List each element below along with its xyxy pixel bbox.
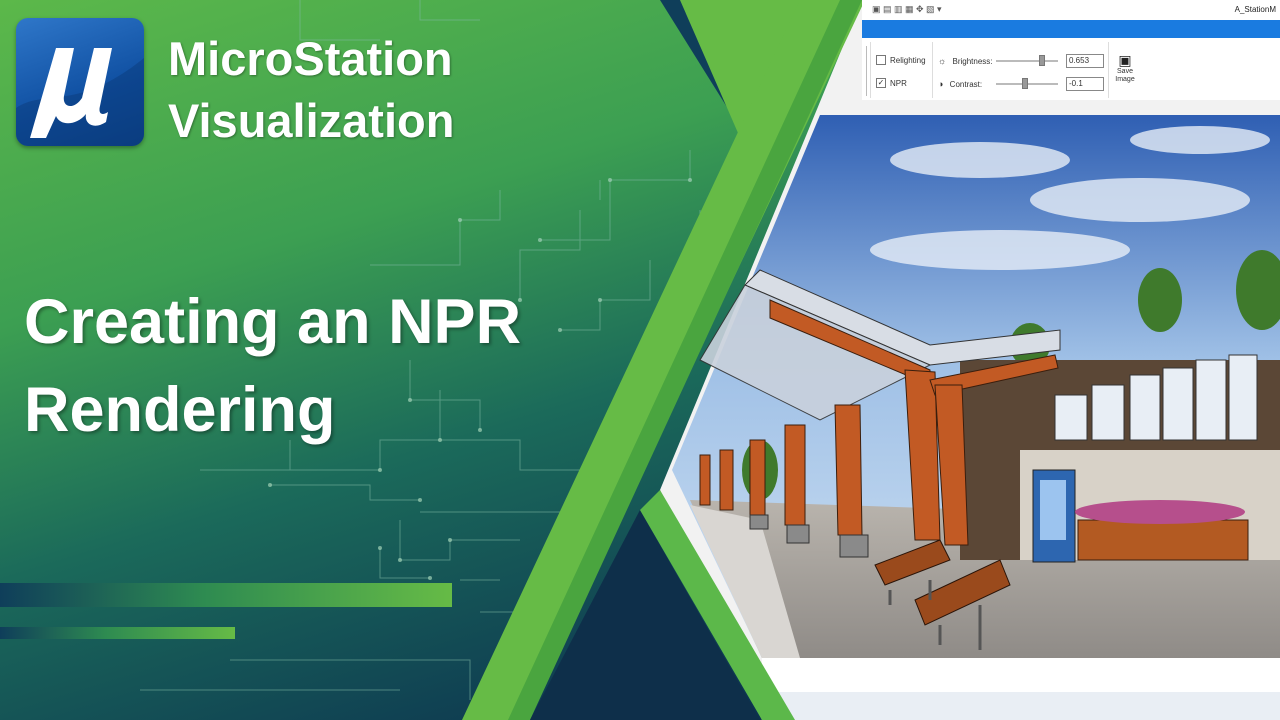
brightness-slider-thumb[interactable] xyxy=(1039,55,1045,66)
relighting-label: Relighting xyxy=(890,56,926,66)
contrast-slider-thumb[interactable] xyxy=(1022,78,1028,89)
dropdown-stack[interactable] xyxy=(862,46,867,96)
quick-access-toolbar[interactable]: ▣ ▤ ▥ ▦ ✥ ▧ ▾ xyxy=(872,4,942,15)
video-title: Creating an NPR Rendering xyxy=(24,278,521,454)
brightness-row: ☼ Brightness: xyxy=(938,56,993,66)
brightness-label: Brightness: xyxy=(952,57,993,66)
npr-label: NPR xyxy=(890,79,907,89)
mu-logo-icon xyxy=(16,48,144,146)
accent-bar-short xyxy=(0,627,235,639)
save-image-button[interactable]: ▣ Save Image xyxy=(1112,52,1138,84)
relighting-checkbox[interactable]: Relighting xyxy=(876,55,926,66)
save-image-label-2: Image xyxy=(1115,76,1135,83)
save-image-icon: ▣ xyxy=(1118,52,1132,68)
npr-check-box[interactable]: ✓ xyxy=(876,78,886,88)
ribbon-tab-bar xyxy=(862,20,1280,38)
video-title-line-1: Creating an NPR xyxy=(24,287,522,357)
npr-checkbox[interactable]: ✓ NPR xyxy=(876,78,907,89)
save-image-label-1: Save xyxy=(1117,68,1133,75)
ribbon-separator xyxy=(870,42,871,98)
brightness-icon: ☼ xyxy=(938,56,947,66)
product-name-line-1: MicroStation xyxy=(168,32,453,85)
accent-bar-long xyxy=(0,583,452,607)
product-name-line-2: Visualization xyxy=(168,94,455,147)
contrast-icon: ◑ xyxy=(938,79,944,89)
contrast-label: Contrast: xyxy=(949,80,983,89)
brightness-field[interactable]: 0.653 xyxy=(1066,54,1104,68)
brightness-slider[interactable] xyxy=(996,60,1058,62)
microstation-logo xyxy=(16,18,144,146)
ribbon-panel: Relighting ✓ NPR ☼ Brightness: 0.653 ◑ Co… xyxy=(862,38,1280,100)
contrast-field[interactable]: -0.1 xyxy=(1066,77,1104,91)
video-title-line-2: Rendering xyxy=(24,375,336,445)
relighting-check-box[interactable] xyxy=(876,55,886,65)
window-title: A_StationM xyxy=(1234,5,1276,14)
ribbon-separator xyxy=(1108,42,1109,98)
contrast-row: ◑ Contrast: xyxy=(938,79,982,89)
product-name: MicroStation Visualization xyxy=(168,28,454,152)
window-titlebar: ▣ ▤ ▥ ▦ ✥ ▧ ▾ A_StationM xyxy=(862,0,1280,20)
ribbon-separator xyxy=(932,42,933,98)
